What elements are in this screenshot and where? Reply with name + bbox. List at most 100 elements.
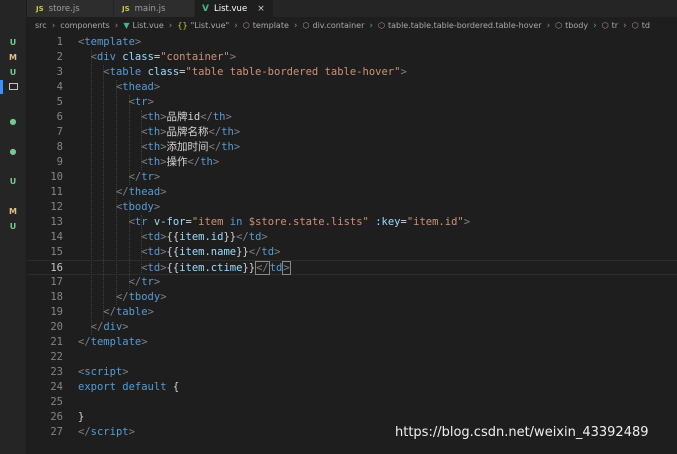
line-number: 22 xyxy=(50,351,63,363)
code-line[interactable]: 14 <td>{{item.id}}</td> xyxy=(27,230,677,245)
code-text: </tr> xyxy=(78,170,161,185)
split-editor-icon[interactable] xyxy=(9,83,18,90)
breadcrumb-item-file[interactable]: ▼ List.vue › xyxy=(123,21,177,31)
code-token: </ xyxy=(236,231,249,243)
code-token: > xyxy=(160,291,167,303)
symbol-cube-icon: ⬡ xyxy=(377,21,385,30)
breadcrumb-item-tr[interactable]: ⬡ tr › xyxy=(602,21,632,31)
code-text: <td>{{item.name}}</td> xyxy=(78,245,280,260)
code-text: <td>{{item.ctime}}</td> xyxy=(78,261,291,276)
code-line[interactable]: 15 <td>{{item.name}}</td> xyxy=(27,245,677,260)
code-line[interactable]: 17 </tr> xyxy=(27,275,677,290)
code-token: > xyxy=(153,201,161,213)
code-token: 操作 xyxy=(166,156,188,168)
code-token: td xyxy=(269,262,283,274)
code-token: </ xyxy=(248,246,262,258)
code-token: > xyxy=(153,276,161,288)
code-line[interactable]: 7 <th>品牌名称</th> xyxy=(27,125,677,140)
code-line[interactable]: 9 <th>操作</th> xyxy=(27,155,677,170)
code-token: th xyxy=(147,141,161,153)
code-line[interactable]: 1 <template> xyxy=(27,35,677,50)
code-token: td xyxy=(147,231,161,243)
breadcrumb-item-template[interactable]: ⬡ template › xyxy=(243,21,303,31)
code-token: </ xyxy=(103,306,116,318)
tab-list-vue[interactable]: V List.vue × xyxy=(195,0,273,17)
symbol-cube-icon: ⬡ xyxy=(555,21,563,30)
breadcrumb-item-table[interactable]: ⬡ table.table.table-bordered.table-hover › xyxy=(378,21,555,31)
code-text: </script> xyxy=(78,425,135,440)
chevron-right-icon: › xyxy=(293,20,298,31)
breadcrumb-item-td[interactable]: ⬡ td xyxy=(632,21,650,30)
code-line[interactable]: 3 <table class="table table-bordered tab… xyxy=(27,65,677,80)
line-number: 15 xyxy=(50,246,63,258)
code-line[interactable]: 21 </template> xyxy=(27,335,677,350)
code-token: div xyxy=(96,51,116,63)
code-line[interactable]: 10 </tr> xyxy=(27,170,677,185)
code-line[interactable]: 23 <script> xyxy=(27,365,677,380)
chevron-right-icon: › xyxy=(623,20,627,31)
code-token: </ xyxy=(90,321,104,333)
code-line[interactable]: 25 xyxy=(27,395,677,410)
scm-status-marker: M xyxy=(9,207,17,216)
tab-store-js[interactable]: JS store.js xyxy=(27,0,113,17)
code-token: </ xyxy=(78,426,91,438)
code-line[interactable]: 24 export default { xyxy=(27,380,677,395)
code-token: thead xyxy=(122,81,154,93)
code-token: 品牌名称 xyxy=(166,126,209,138)
line-number: 21 xyxy=(50,336,63,348)
code-text: </table> xyxy=(78,305,154,320)
code-token: 品牌id xyxy=(166,111,201,123)
code-line[interactable]: 6 <th>品牌id</th> xyxy=(27,110,677,125)
breadcrumb-item-module[interactable]: {} "List.vue" › xyxy=(177,21,242,31)
chevron-right-icon: › xyxy=(168,20,173,31)
editor-tab-bar: JS store.js JS main.js V List.vue × xyxy=(27,0,677,17)
scm-status-marker: U xyxy=(9,177,17,186)
symbol-cube-icon: ⬡ xyxy=(242,21,250,30)
symbol-cube-icon: ⬡ xyxy=(302,21,310,30)
code-token: table xyxy=(115,306,148,318)
breadcrumb-item-src[interactable]: src › xyxy=(35,21,60,31)
code-token: > xyxy=(122,321,129,333)
chevron-right-icon: › xyxy=(546,20,551,31)
code-text: <template> xyxy=(78,35,141,50)
code-token: > xyxy=(160,186,167,198)
code-token: > xyxy=(463,216,471,228)
code-line[interactable]: 13 <tr v-for="item in $store.state.lists… xyxy=(27,215,677,230)
tab-main-js[interactable]: JS main.js xyxy=(114,0,194,17)
code-line[interactable]: 8 <th>添加时间</th> xyxy=(27,140,677,155)
breadcrumb-item-div[interactable]: ⬡ div.container › xyxy=(303,21,378,31)
code-line[interactable]: 19 </table> xyxy=(27,305,677,320)
code-line[interactable]: 11 </thead> xyxy=(27,185,677,200)
chevron-right-icon: › xyxy=(234,20,238,31)
code-line[interactable]: 12 <tbody> xyxy=(27,200,677,215)
code-line[interactable]: 5 <tr> xyxy=(27,95,677,110)
line-number: 6 xyxy=(56,111,63,123)
code-token: </ xyxy=(128,171,142,183)
code-line[interactable]: 22 xyxy=(27,350,677,365)
code-token: table xyxy=(109,66,142,78)
code-token: </ xyxy=(78,336,91,348)
code-text: <tr> xyxy=(78,95,154,110)
breadcrumb-item-components[interactable]: components › xyxy=(60,21,123,31)
code-line[interactable]: 18 </tbody> xyxy=(27,290,677,305)
breadcrumb-item-tbody[interactable]: ⬡ tbody › xyxy=(555,21,602,31)
code-token: > xyxy=(233,126,241,138)
code-token: td xyxy=(261,246,275,258)
code-line[interactable]: 2 <div class="container"> xyxy=(27,50,677,65)
code-text: <table class="table table-bordered table… xyxy=(78,65,406,80)
code-line[interactable]: 20 </div> xyxy=(27,320,677,335)
code-line[interactable]: 16 <td>{{item.ctime}}</td> xyxy=(27,260,677,275)
code-line[interactable]: 4 <thead> xyxy=(27,80,677,95)
code-text: } xyxy=(78,410,84,425)
code-line[interactable]: 26} xyxy=(27,410,677,425)
code-token: > xyxy=(122,366,129,378)
code-editor[interactable]: 1 <template> 2 <div class="container"> 3 <t… xyxy=(27,34,677,454)
code-token: class xyxy=(147,66,180,78)
close-icon[interactable]: × xyxy=(257,4,265,14)
